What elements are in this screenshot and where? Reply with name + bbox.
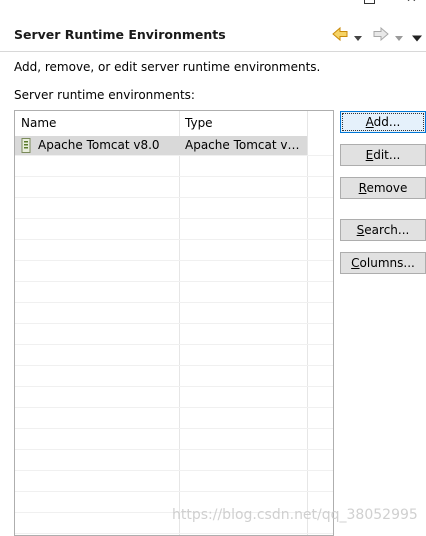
- row-gridline: [15, 176, 333, 177]
- runtime-list-label: Server runtime environments:: [14, 88, 195, 102]
- row-gridline: [15, 281, 333, 282]
- forward-arrow-icon[interactable]: [372, 25, 390, 43]
- server-icon: [21, 138, 31, 153]
- row-gridline: [15, 386, 333, 387]
- row-gridline: [15, 428, 333, 429]
- edit-button[interactable]: Edit...: [340, 144, 426, 166]
- maximize-icon[interactable]: □: [364, 0, 375, 4]
- row-gridline: [15, 155, 333, 156]
- forward-dropdown-icon[interactable]: [395, 30, 403, 48]
- row-gridline: [15, 302, 333, 303]
- search-button[interactable]: Search...: [340, 219, 426, 241]
- column-header-type[interactable]: Type: [185, 116, 213, 130]
- table-row[interactable]: Apache Tomcat v8.0 Apache Tomcat v…: [15, 136, 307, 155]
- page-title: Server Runtime Environments: [14, 27, 226, 42]
- row-type-cell: Apache Tomcat v…: [185, 138, 300, 152]
- remove-button[interactable]: Remove: [340, 177, 426, 199]
- row-gridline: [15, 491, 333, 492]
- add-button[interactable]: Add...: [340, 111, 426, 133]
- row-gridline: [15, 239, 333, 240]
- minimize-icon[interactable]: —: [328, 0, 341, 6]
- row-gridline: [15, 218, 333, 219]
- row-gridline: [15, 365, 333, 366]
- column-header-name[interactable]: Name: [21, 116, 56, 130]
- close-icon[interactable]: ✕: [406, 0, 417, 6]
- row-gridline: [15, 197, 333, 198]
- page-header: Server Runtime Environments: [0, 18, 426, 52]
- columns-button[interactable]: Columns...: [340, 252, 426, 274]
- row-name-cell: Apache Tomcat v8.0: [38, 138, 160, 152]
- view-menu-icon[interactable]: [412, 30, 422, 48]
- back-dropdown-icon[interactable]: [354, 30, 362, 48]
- row-gridline: [15, 344, 333, 345]
- back-arrow-icon[interactable]: [331, 25, 349, 43]
- row-gridline: [15, 470, 333, 471]
- row-gridline: [15, 260, 333, 261]
- runtime-table[interactable]: Name Type Apache Tomcat v8.0 Apache Tomc…: [14, 110, 334, 536]
- page-description: Add, remove, or edit server runtime envi…: [14, 60, 321, 74]
- row-gridline: [15, 407, 333, 408]
- row-gridline: [15, 323, 333, 324]
- watermark: https://blog.csdn.net/qq_38052995: [172, 507, 418, 523]
- row-gridline: [15, 449, 333, 450]
